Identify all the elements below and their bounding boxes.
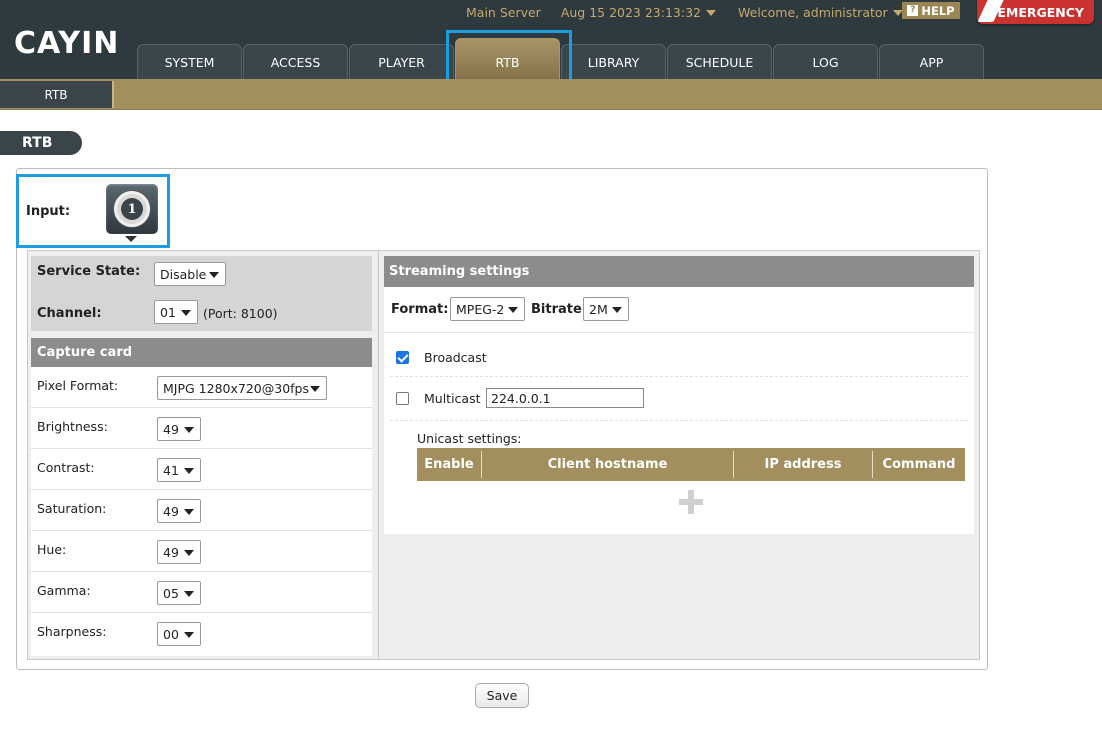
chevron-down-icon [612,307,622,313]
broadcast-checkbox[interactable] [396,351,409,364]
save-button[interactable]: Save [475,683,529,708]
chevron-down-icon [508,307,518,313]
user-menu[interactable]: Welcome, administrator [738,5,903,20]
multicast-ip-input[interactable]: 224.0.0.1 [486,388,644,408]
emergency-button[interactable]: EMERGENCY [977,0,1094,24]
tab-schedule[interactable]: SCHEDULE [667,44,772,79]
help-button[interactable]: ? HELP [902,2,960,19]
streaming-settings-header: Streaming settings [384,256,974,287]
format-label: Format: [391,302,449,317]
gamma-row: Gamma: 05 [31,572,372,613]
unicast-settings-label: Unicast settings: [417,431,522,446]
chevron-down-icon [181,310,191,316]
hue-select[interactable]: 49 [157,540,201,564]
saturation-select[interactable]: 49 [157,499,201,523]
subtab-rtb[interactable]: RTB [0,81,114,108]
col-ip-address: IP address [764,457,842,472]
service-state-select[interactable]: Disable [154,262,226,286]
sharpness-label: Sharpness: [37,624,107,639]
input-number: 1 [121,198,143,220]
tab-system[interactable]: SYSTEM [137,44,242,79]
bitrate-select[interactable]: 2M [583,297,629,321]
hue-label: Hue: [37,542,67,557]
sharpness-select[interactable]: 00 [157,622,201,646]
chevron-down-icon [184,468,194,474]
brightness-label: Brightness: [37,419,108,434]
sub-navigation-bar: RTB [0,79,1102,110]
tab-library[interactable]: LIBRARY [561,44,666,79]
port-text: (Port: 8100) [203,306,278,321]
chevron-down-icon [706,10,716,16]
datetime-dropdown[interactable]: Aug 15 2023 23:13:32 [561,5,716,20]
top-info-bar: Main Server Aug 15 2023 23:13:32 Welcome… [466,4,903,20]
channel-label: Channel: [37,306,102,321]
tab-app[interactable]: APP [879,44,984,79]
saturation-label: Saturation: [37,501,107,516]
top-header: CAYIN Main Server Aug 15 2023 23:13:32 W… [0,0,1102,79]
question-icon: ? [907,5,919,16]
input-selector-button[interactable]: 1 [106,184,158,234]
tab-access[interactable]: ACCESS [243,44,348,79]
broadcast-separator [390,376,968,377]
chevron-down-icon [184,550,194,556]
pixel-format-select[interactable]: MJPG 1280x720@30fps [157,376,327,400]
tab-rtb[interactable]: RTB [455,38,560,79]
caret-down-icon [125,236,137,242]
hue-row: Hue: 49 [31,531,372,572]
chevron-down-icon [184,632,194,638]
input-knob-icon: 1 [114,191,150,227]
saturation-row: Saturation: 49 [31,490,372,531]
contrast-row: Contrast: 41 [31,449,372,490]
unicast-table-header: Enable Client hostname IP address Comman… [417,448,965,481]
chevron-down-icon [184,427,194,433]
sharpness-row: Sharpness: 00 [31,613,372,654]
pixel-format-row: Pixel Format: MJPG 1280x720@30fps [31,367,372,408]
brightness-row: Brightness: 49 [31,408,372,449]
format-select[interactable]: MPEG-2 [450,297,525,321]
tab-player[interactable]: PLAYER [349,44,454,79]
chevron-down-icon [184,591,194,597]
capture-card-header: Capture card [31,338,372,367]
contrast-label: Contrast: [37,460,95,475]
cayin-logo: CAYIN [14,26,120,61]
tab-log[interactable]: LOG [773,44,878,79]
chevron-down-icon [310,386,320,392]
brightness-select[interactable]: 49 [157,417,201,441]
multicast-label: Multicast [424,391,481,406]
section-title: RTB [0,131,82,155]
channel-select[interactable]: 01 [154,300,198,324]
multicast-checkbox[interactable] [396,392,409,405]
multicast-separator [390,420,968,421]
streaming-separator [384,332,974,333]
gamma-label: Gamma: [37,583,91,598]
column-divider [378,251,379,659]
service-state-label: Service State: [37,264,141,279]
chevron-down-icon [184,509,194,515]
gamma-select[interactable]: 05 [157,581,201,605]
rtb-page: CAYIN Main Server Aug 15 2023 23:13:32 W… [0,0,1102,734]
contrast-select[interactable]: 41 [157,458,201,482]
col-client-hostname: Client hostname [547,457,668,472]
input-label: Input: [26,204,71,219]
server-name: Main Server [466,4,541,20]
chevron-down-icon [209,272,219,278]
bitrate-label: Bitrate [531,302,582,317]
broadcast-label: Broadcast [424,350,487,365]
add-unicast-plus-icon[interactable] [679,490,703,514]
col-command: Command [882,457,956,472]
col-enable: Enable [424,457,474,472]
pixel-format-label: Pixel Format: [37,378,119,393]
main-tabs: SYSTEM ACCESS PLAYER RTB LIBRARY SCHEDUL… [137,38,985,79]
capture-card-body: Pixel Format: MJPG 1280x720@30fps Bright… [31,367,372,656]
